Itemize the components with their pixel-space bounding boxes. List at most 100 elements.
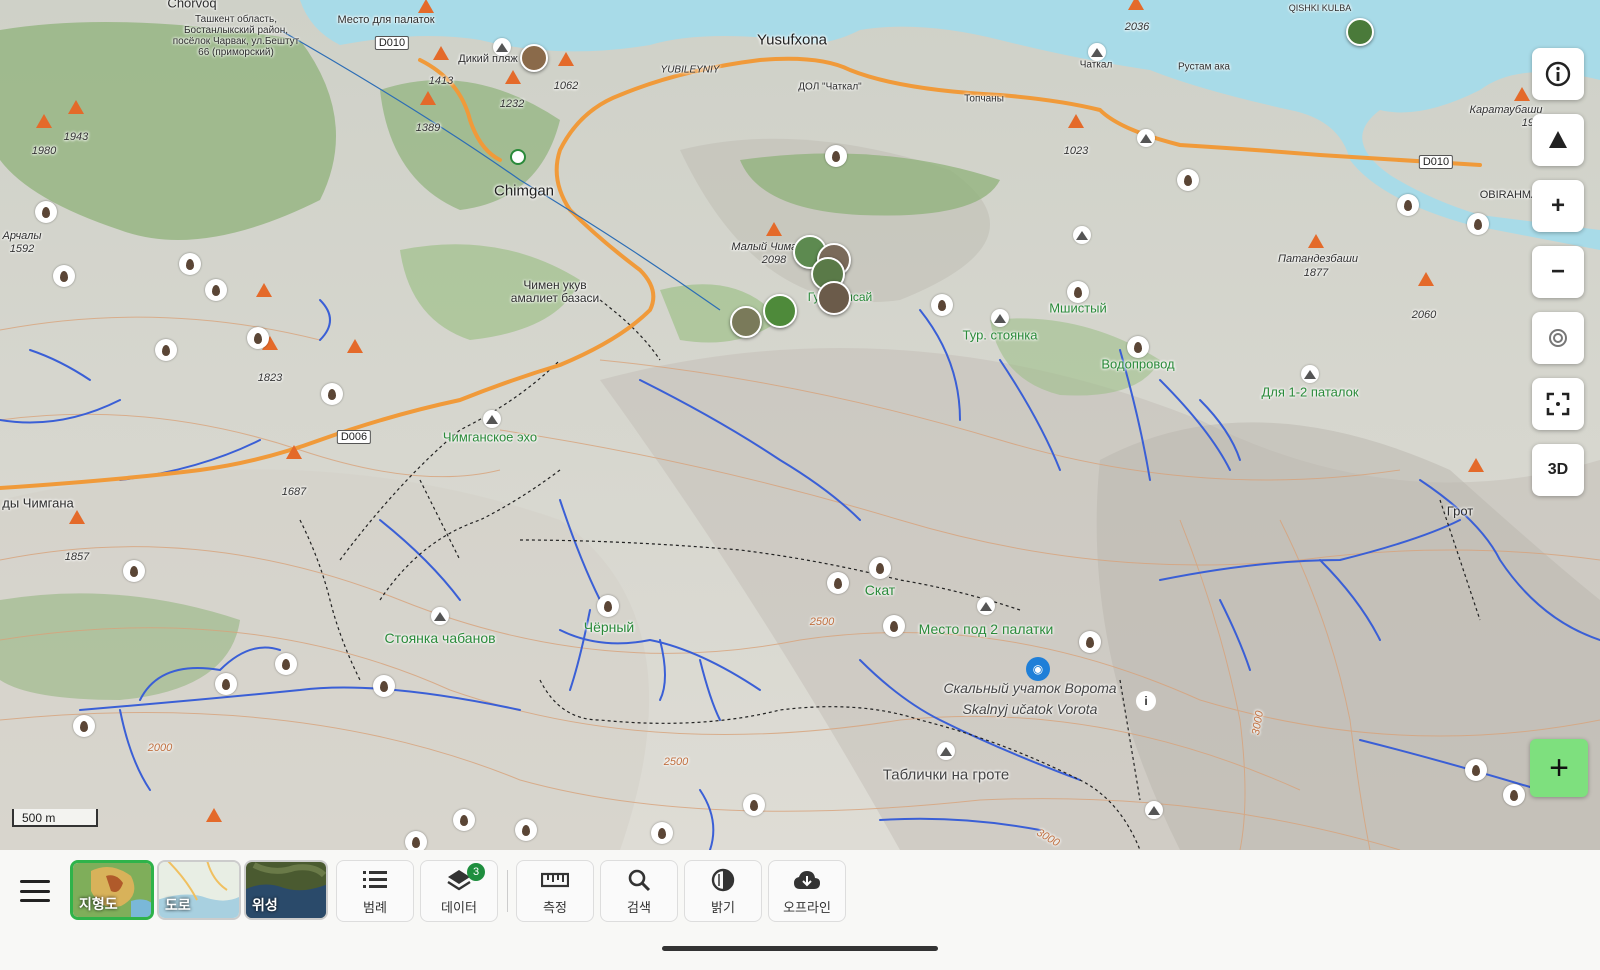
- info-button[interactable]: [1532, 48, 1584, 100]
- spring-icon[interactable]: [651, 822, 673, 844]
- info-board-icon[interactable]: [937, 742, 955, 760]
- north-arrow-icon: [1549, 131, 1567, 148]
- campsite-icon[interactable]: [493, 38, 511, 56]
- map-view[interactable]: Chorvoq Ташкент область, Бостанлыкский р…: [0, 0, 1600, 850]
- peak-icon[interactable]: [206, 808, 222, 822]
- layer-road[interactable]: 도로: [157, 860, 241, 920]
- measure-button[interactable]: 측정: [516, 860, 594, 922]
- peak-icon[interactable]: [558, 52, 574, 66]
- peak-icon[interactable]: [766, 222, 782, 236]
- peak-icon[interactable]: [433, 46, 449, 60]
- menu-button[interactable]: [20, 880, 50, 902]
- spring-icon[interactable]: [179, 253, 201, 275]
- spring-icon[interactable]: [53, 265, 75, 287]
- spring-icon[interactable]: [1177, 169, 1199, 191]
- campsite-icon[interactable]: [1301, 365, 1319, 383]
- data-button[interactable]: 데이터 3: [420, 860, 498, 922]
- peak-icon[interactable]: [347, 339, 363, 353]
- peak-icon[interactable]: [256, 283, 272, 297]
- zoom-out-button[interactable]: −: [1532, 246, 1584, 298]
- fullscreen-button[interactable]: [1532, 378, 1584, 430]
- layer-topo[interactable]: 지형도: [70, 860, 154, 920]
- tool-label: 범례: [363, 899, 387, 915]
- zoom-in-button[interactable]: +: [1532, 180, 1584, 232]
- spring-icon[interactable]: [453, 809, 475, 831]
- locate-button[interactable]: [1532, 312, 1584, 364]
- offline-button[interactable]: 오프라인: [768, 860, 846, 922]
- spring-icon[interactable]: [205, 279, 227, 301]
- spring-icon[interactable]: [1503, 784, 1525, 806]
- place-label: Chimgan: [493, 182, 555, 200]
- spring-icon[interactable]: [275, 653, 297, 675]
- peak-icon[interactable]: [69, 510, 85, 524]
- layer-label: 위성: [252, 897, 278, 913]
- peak-icon[interactable]: [1308, 234, 1324, 248]
- spring-icon[interactable]: [1467, 213, 1489, 235]
- brightness-button[interactable]: 밝기: [684, 860, 762, 922]
- campsite-icon[interactable]: [1137, 129, 1155, 147]
- place-label: Chorvoq: [167, 0, 217, 11]
- spring-icon[interactable]: [515, 819, 537, 841]
- elevation-label: 1823: [257, 372, 283, 384]
- campsite-icon[interactable]: [431, 607, 449, 625]
- spring-icon[interactable]: [405, 831, 427, 850]
- peak-icon[interactable]: [68, 100, 84, 114]
- peak-icon[interactable]: [505, 70, 521, 84]
- peak-icon[interactable]: [420, 91, 436, 105]
- place-label: Топчаны: [964, 93, 1004, 105]
- campsite-icon[interactable]: [1145, 801, 1163, 819]
- spring-icon[interactable]: [931, 294, 953, 316]
- spring-icon[interactable]: [73, 715, 95, 737]
- peak-icon[interactable]: [1514, 87, 1530, 101]
- spring-icon[interactable]: [215, 673, 237, 695]
- photo-marker[interactable]: [763, 294, 797, 328]
- list-icon: [363, 870, 387, 888]
- spring-icon[interactable]: [1465, 759, 1487, 781]
- spring-icon[interactable]: [597, 595, 619, 617]
- campsite-icon[interactable]: [991, 309, 1009, 327]
- peak-icon[interactable]: [418, 0, 434, 13]
- spring-icon[interactable]: [1067, 281, 1089, 303]
- peak-icon[interactable]: [1068, 114, 1084, 128]
- spring-icon[interactable]: [123, 560, 145, 582]
- spring-icon[interactable]: [825, 145, 847, 167]
- campsite-icon[interactable]: [977, 597, 995, 615]
- campsite-icon[interactable]: [1088, 43, 1106, 61]
- spring-icon[interactable]: [869, 557, 891, 579]
- spring-icon[interactable]: [155, 339, 177, 361]
- scale-bar: 500 m: [12, 809, 98, 827]
- tool-label: 밝기: [711, 899, 735, 915]
- spring-icon[interactable]: [1397, 194, 1419, 216]
- add-button[interactable]: +: [1530, 739, 1588, 797]
- spring-icon[interactable]: [883, 615, 905, 637]
- photo-marker[interactable]: [520, 44, 548, 72]
- 3d-toggle-button[interactable]: 3D: [1532, 444, 1584, 496]
- layer-satellite[interactable]: 위성: [244, 860, 328, 920]
- photo-marker[interactable]: [817, 281, 851, 315]
- campsite-icon[interactable]: [483, 410, 501, 428]
- spring-icon[interactable]: [1127, 336, 1149, 358]
- spring-icon[interactable]: [1079, 631, 1101, 653]
- photo-marker[interactable]: [1346, 18, 1374, 46]
- peak-icon[interactable]: [1418, 272, 1434, 286]
- photo-marker[interactable]: [730, 306, 762, 338]
- compass-button[interactable]: [1532, 114, 1584, 166]
- peak-icon[interactable]: [36, 114, 52, 128]
- spring-icon[interactable]: [373, 675, 395, 697]
- place-label: YUBILEYNIY: [660, 64, 720, 76]
- peak-icon[interactable]: [1468, 458, 1484, 472]
- spring-icon[interactable]: [35, 201, 57, 223]
- search-button[interactable]: 검색: [600, 860, 678, 922]
- peak-icon[interactable]: [1128, 0, 1144, 10]
- spring-icon[interactable]: [247, 327, 269, 349]
- legend-button[interactable]: 범례: [336, 860, 414, 922]
- spring-icon[interactable]: [827, 572, 849, 594]
- spring-icon[interactable]: [743, 794, 765, 816]
- elevation-label: 1592: [9, 243, 35, 255]
- road-shield: D010: [1418, 155, 1454, 169]
- campsite-icon[interactable]: [1073, 226, 1091, 244]
- spring-icon[interactable]: [321, 383, 343, 405]
- info-point-icon[interactable]: i: [1136, 691, 1156, 711]
- camera-icon[interactable]: ◉: [1026, 657, 1050, 681]
- peak-icon[interactable]: [286, 445, 302, 459]
